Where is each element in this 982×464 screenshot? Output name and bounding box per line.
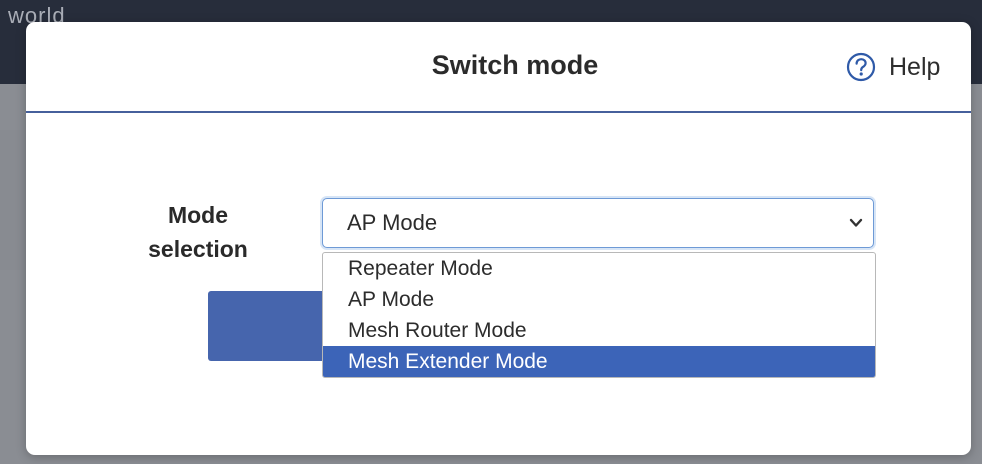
switch-mode-dialog: Switch mode Help Mode selection Ca AP Mo… — [26, 22, 971, 455]
help-label: Help — [889, 52, 941, 81]
chevron-down-icon — [849, 218, 863, 227]
help-link[interactable]: Help — [846, 50, 940, 84]
option-ap-mode[interactable]: AP Mode — [323, 284, 875, 315]
question-circle-icon — [846, 52, 876, 82]
mode-select[interactable]: AP Mode — [322, 198, 874, 248]
option-mesh-extender-mode[interactable]: Mesh Extender Mode — [323, 346, 875, 377]
mode-dropdown-list: Repeater Mode AP Mode Mesh Router Mode M… — [322, 252, 876, 378]
mode-select-value: AP Mode — [347, 210, 438, 235]
mode-selection-label: Mode selection — [142, 198, 254, 266]
option-mesh-router-mode[interactable]: Mesh Router Mode — [323, 315, 875, 346]
dialog-title: Switch mode — [431, 50, 599, 80]
dialog-header: Switch mode Help — [26, 22, 971, 113]
mode-label-line2: selection — [148, 236, 248, 262]
option-repeater-mode[interactable]: Repeater Mode — [323, 253, 875, 284]
mode-label-line1: Mode — [167, 202, 229, 228]
